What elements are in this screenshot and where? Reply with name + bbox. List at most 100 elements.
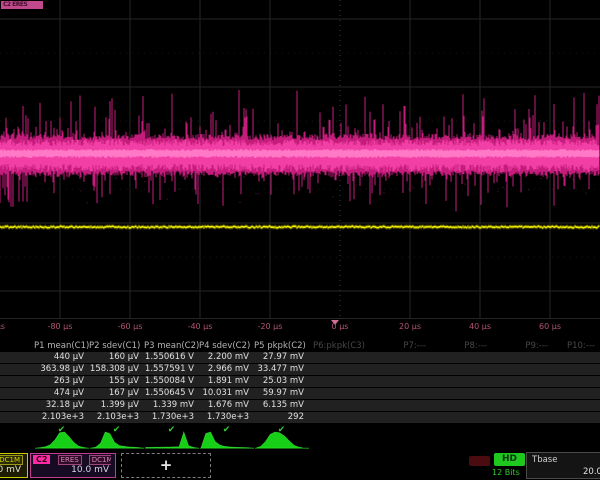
- waveform-display[interactable]: C2 ERES: [0, 0, 600, 318]
- measure-value-p6-r5: [309, 412, 370, 423]
- measure-value-p10-r3: [553, 388, 600, 399]
- measure-value-p7-r5: [370, 412, 431, 423]
- channel-c2-badge: C2: [33, 455, 50, 464]
- measure-value-row: 2.103e+32.103e+31.730e+31.730e+3292: [0, 412, 600, 423]
- histicon-shape: [90, 432, 144, 448]
- measure-value-p2-r2: 155 µV: [89, 376, 144, 387]
- channel-c1-descriptor[interactable]: ERES DC1M 10.0 mV: [0, 453, 28, 478]
- measure-value-p6-r2: [309, 376, 370, 387]
- measure-value-p3-r2: 1.550084 V: [144, 376, 199, 387]
- measure-header-p1[interactable]: P1 mean(C1): [34, 340, 89, 352]
- measure-header-p3[interactable]: P3 mean(C2): [144, 340, 199, 352]
- measure-value-p9-r5: [492, 412, 553, 423]
- histicon-p4[interactable]: [200, 430, 254, 450]
- measure-value-p7-r0: [370, 352, 431, 363]
- channel-c1-scale: 10.0 mV: [0, 465, 21, 475]
- measure-value-p1-r3: 474 µV: [34, 388, 89, 399]
- hd-bits-label: 12 Bits: [492, 468, 520, 477]
- measure-header-row: P1 mean(C1)P2 sdev(C1)P3 mean(C2)P4 sdev…: [0, 340, 600, 352]
- measure-value-p8-r5: [431, 412, 492, 423]
- measure-value-p5-r0: 27.97 mV: [254, 352, 309, 363]
- row-label-cell: [0, 340, 34, 352]
- time-axis: -100 µs-80 µs-60 µs-40 µs-20 µs0 µs20 µs…: [0, 318, 600, 336]
- histicon-p1[interactable]: [35, 430, 89, 450]
- time-axis-label-0: -100 µs: [0, 322, 5, 331]
- measure-value-p2-r0: 160 µV: [89, 352, 144, 363]
- measure-value-p1-r5: 2.103e+3: [34, 412, 89, 423]
- measure-value-p5-r5: 292: [254, 412, 309, 423]
- measure-value-p6-r3: [309, 388, 370, 399]
- measure-header-p5[interactable]: P5 pkpk(C2): [254, 340, 309, 352]
- measure-value-p4-r2: 1.891 mV: [199, 376, 254, 387]
- measure-value-p2-r1: 158.308 µV: [89, 364, 144, 375]
- measure-header-p4[interactable]: P4 sdev(C2): [199, 340, 254, 352]
- measurement-histicons: [0, 430, 600, 452]
- measure-value-p2-r3: 167 µV: [89, 388, 144, 399]
- measure-value-p7-r2: [370, 376, 431, 387]
- histicon-p3[interactable]: [145, 430, 199, 450]
- histicon-shape: [200, 432, 254, 448]
- measure-value-p6-r0: [309, 352, 370, 363]
- histicon-shape: [255, 432, 309, 448]
- measure-value-p3-r4: 1.339 mV: [144, 400, 199, 411]
- measure-value-row: 32.18 µV1.399 µV1.339 mV1.676 mV6.135 mV: [0, 400, 600, 411]
- measure-header-p6[interactable]: P6:pkpk(C3): [309, 340, 370, 352]
- measure-header-p7[interactable]: P7:---: [370, 340, 431, 352]
- timebase-value: 20.0: [583, 467, 600, 477]
- channel-bar: ERES DC1M 10.0 mV C2 ERES DC1M 10.0 mV +…: [0, 452, 600, 480]
- c1-coupling-chip: DC1M: [0, 455, 23, 465]
- measure-value-row: 363.98 µV158.308 µV1.557591 V2.966 mV33.…: [0, 364, 600, 375]
- time-axis-label-5: 0 µs: [332, 322, 349, 331]
- row-label-cell: [0, 364, 34, 375]
- time-axis-label-4: -20 µs: [258, 322, 283, 331]
- measure-value-p10-r1: [553, 364, 600, 375]
- measure-value-p3-r0: 1.550616 V: [144, 352, 199, 363]
- channel-c1-coupling: ERES DC1M: [0, 455, 23, 465]
- c2-coupling-chip: DC1M: [89, 455, 111, 465]
- timebase-descriptor[interactable]: Tbase 20.0: [526, 452, 600, 479]
- measure-value-p4-r5: 1.730e+3: [199, 412, 254, 423]
- measure-value-p5-r3: 59.97 mV: [254, 388, 309, 399]
- time-axis-label-1: -80 µs: [48, 322, 73, 331]
- row-label-cell: [0, 400, 34, 411]
- measure-value-p9-r1: [492, 364, 553, 375]
- measure-value-p6-r4: [309, 400, 370, 411]
- measure-value-p8-r3: [431, 388, 492, 399]
- measure-value-p9-r4: [492, 400, 553, 411]
- measure-value-p1-r0: 440 µV: [34, 352, 89, 363]
- histicon-shape: [35, 432, 89, 448]
- channel-c2-descriptor[interactable]: C2 ERES DC1M 10.0 mV: [30, 453, 116, 478]
- status-indicator[interactable]: [469, 456, 490, 466]
- measure-value-p3-r5: 1.730e+3: [144, 412, 199, 423]
- measurement-table: P1 mean(C1)P2 sdev(C1)P3 mean(C2)P4 sdev…: [0, 340, 600, 436]
- measure-value-p4-r1: 2.966 mV: [199, 364, 254, 375]
- measure-value-p5-r2: 25.03 mV: [254, 376, 309, 387]
- measure-header-p2[interactable]: P2 sdev(C1): [89, 340, 144, 352]
- measure-header-p8[interactable]: P8:---: [431, 340, 492, 352]
- measure-value-p1-r1: 363.98 µV: [34, 364, 89, 375]
- measure-value-p9-r2: [492, 376, 553, 387]
- time-axis-label-2: -60 µs: [118, 322, 143, 331]
- time-axis-label-3: -40 µs: [188, 322, 213, 331]
- measure-header-p10[interactable]: P10:---: [553, 340, 600, 352]
- measure-value-p5-r1: 33.477 mV: [254, 364, 309, 375]
- time-axis-label-7: 40 µs: [469, 322, 491, 331]
- measure-value-p4-r4: 1.676 mV: [199, 400, 254, 411]
- measure-value-p7-r1: [370, 364, 431, 375]
- histicon-p5[interactable]: [255, 430, 309, 450]
- histicon-p2[interactable]: [90, 430, 144, 450]
- measure-value-p8-r1: [431, 364, 492, 375]
- channel-c2-scale: 10.0 mV: [71, 465, 109, 475]
- add-channel-button[interactable]: +: [121, 453, 211, 478]
- measure-value-p8-r4: [431, 400, 492, 411]
- measure-value-p7-r3: [370, 388, 431, 399]
- c2-eres-chip: ERES: [58, 455, 82, 465]
- trace-label-badge: C2 ERES: [1, 1, 43, 9]
- measure-value-p5-r4: 6.135 mV: [254, 400, 309, 411]
- row-label-cell: [0, 376, 34, 387]
- measure-header-p9[interactable]: P9:---: [492, 340, 553, 352]
- measure-value-p10-r0: [553, 352, 600, 363]
- measure-value-p8-r0: [431, 352, 492, 363]
- hd-mode-badge[interactable]: HD: [494, 453, 525, 466]
- measure-value-p2-r4: 1.399 µV: [89, 400, 144, 411]
